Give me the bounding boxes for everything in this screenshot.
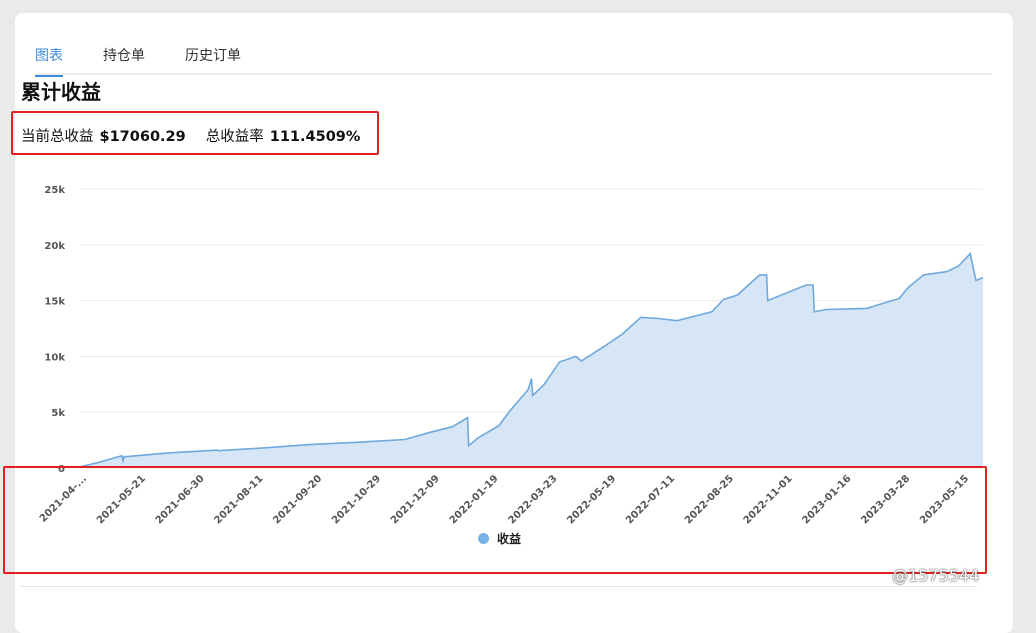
watermark: @1575544 bbox=[892, 566, 980, 585]
divider bbox=[20, 586, 977, 587]
y-tick-label: 25k bbox=[44, 185, 65, 196]
y-tick-label: 10k bbox=[44, 352, 65, 363]
chart-legend[interactable]: 收益 bbox=[478, 530, 521, 547]
y-tick-label: 20k bbox=[44, 241, 65, 252]
legend-dot-icon bbox=[478, 533, 489, 544]
profit-area bbox=[80, 253, 983, 468]
highlight-box-axis bbox=[3, 466, 987, 574]
legend-label: 收益 bbox=[497, 532, 522, 546]
y-tick-label: 5k bbox=[51, 408, 65, 419]
y-axis: 05k10k15k20k25k bbox=[44, 185, 65, 475]
y-tick-label: 15k bbox=[44, 297, 65, 308]
